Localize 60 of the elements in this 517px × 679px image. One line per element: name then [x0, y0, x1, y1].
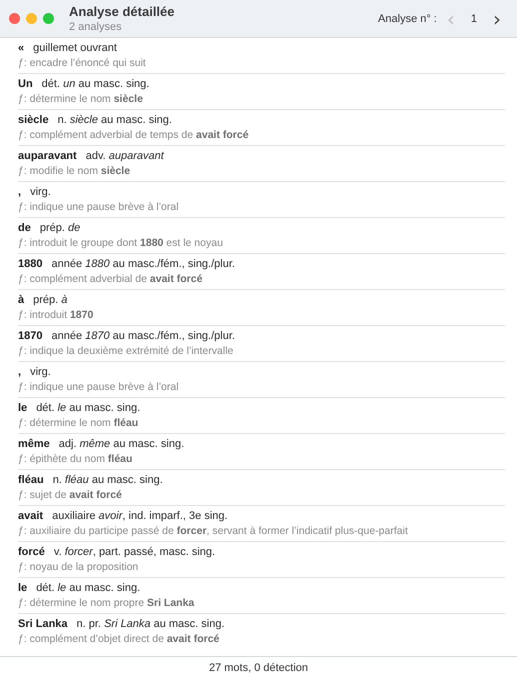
word-description: v. forcer, part. passé, masc. sing. — [54, 544, 216, 560]
word-function: ƒ: épithète du nom fléau — [18, 452, 134, 466]
word: le — [18, 580, 28, 596]
word-description: prép. à — [33, 292, 68, 308]
word-function: ƒ: encadre l’énoncé qui suit — [18, 56, 147, 70]
word: siècle — [18, 112, 49, 128]
word-description: n. pr. Sri Lanka au masc. sing. — [76, 617, 225, 632]
word: le — [18, 400, 28, 416]
word-description: virg. — [30, 184, 51, 200]
word: fléau — [18, 472, 44, 488]
word-description: guillemet ouvrant — [33, 40, 117, 56]
word-description: adv. auparavant — [86, 148, 164, 164]
word-description: année 1880 au masc./fém., sing./plur. — [51, 256, 235, 272]
word: 1870 — [18, 328, 42, 344]
word-function: ƒ: introduit le groupe dont 1880 est le noyau — [18, 236, 224, 250]
word: , — [18, 184, 22, 200]
word: de — [18, 220, 31, 236]
status-text: 27 mots, 0 détection — [208, 662, 308, 674]
word: Un — [18, 76, 33, 92]
word-function: ƒ: détermine le nom fléau — [18, 416, 140, 430]
word-function: ƒ: indique une pause brève à l’oral — [18, 200, 180, 214]
word-description: dét. un au masc. sing. — [42, 76, 150, 92]
word-function: ƒ: détermine le nom siècle — [18, 92, 144, 106]
word: même — [18, 436, 50, 452]
word: auparavant — [18, 148, 77, 164]
word-function: ƒ: indique la deuxième extrémité de l’intervalle — [18, 344, 234, 358]
word: à — [18, 292, 24, 308]
word-description: année 1870 au masc./fém., sing./plur. — [51, 328, 235, 344]
close-button[interactable] — [9, 13, 20, 24]
word-function: ƒ: complément d’objet direct de avait forcé — [18, 632, 220, 647]
word: « — [18, 40, 24, 56]
word-description: dét. le au masc. sing. — [36, 580, 140, 596]
analysis-number: 1 — [470, 12, 478, 24]
word-function: ƒ: complément adverbial de avait forcé — [18, 272, 204, 286]
word: 1880 — [18, 256, 42, 272]
word-description: auxiliaire avoir, ind. imparf., 3e sing. — [52, 508, 228, 524]
window-title: Analyse détaillée — [69, 4, 174, 20]
word-function: ƒ: complément adverbial de temps de avait forcé — [18, 128, 250, 142]
word-function: ƒ: détermine le nom propre Sri Lanka — [18, 596, 196, 610]
word: forcé — [18, 544, 45, 560]
word-function: ƒ: indique une pause brève à l’oral — [18, 380, 180, 394]
word: Sri Lanka — [18, 617, 68, 632]
word-description: virg. — [30, 364, 51, 380]
zoom-button[interactable] — [43, 13, 54, 24]
word-description: prép. de — [40, 220, 80, 236]
word-description: adj. même au masc. sing. — [58, 436, 184, 452]
next-button[interactable]: › — [489, 10, 505, 26]
word-function: ƒ: auxiliaire du participe passé de forcer, servant à former l’indicatif plus-que-parfait — [18, 524, 409, 538]
word-function: ƒ: modifie le nom siècle — [18, 164, 132, 178]
word-function: ƒ: sujet de avait forcé — [18, 488, 123, 502]
analysis-number-label: Analyse n° : — [378, 12, 437, 24]
word-description: dét. le au masc. sing. — [36, 400, 140, 416]
window-subtitle: 2 analyses — [69, 20, 123, 34]
word-description: n. siècle au masc. sing. — [58, 112, 172, 128]
minimize-button[interactable] — [26, 13, 37, 24]
word: , — [18, 364, 22, 380]
word-function: ƒ: introduit 1870 — [18, 308, 94, 322]
word-description: n. fléau au masc. sing. — [52, 472, 163, 488]
word: avait — [18, 508, 44, 524]
word-function: ƒ: noyau de la proposition — [18, 560, 140, 574]
